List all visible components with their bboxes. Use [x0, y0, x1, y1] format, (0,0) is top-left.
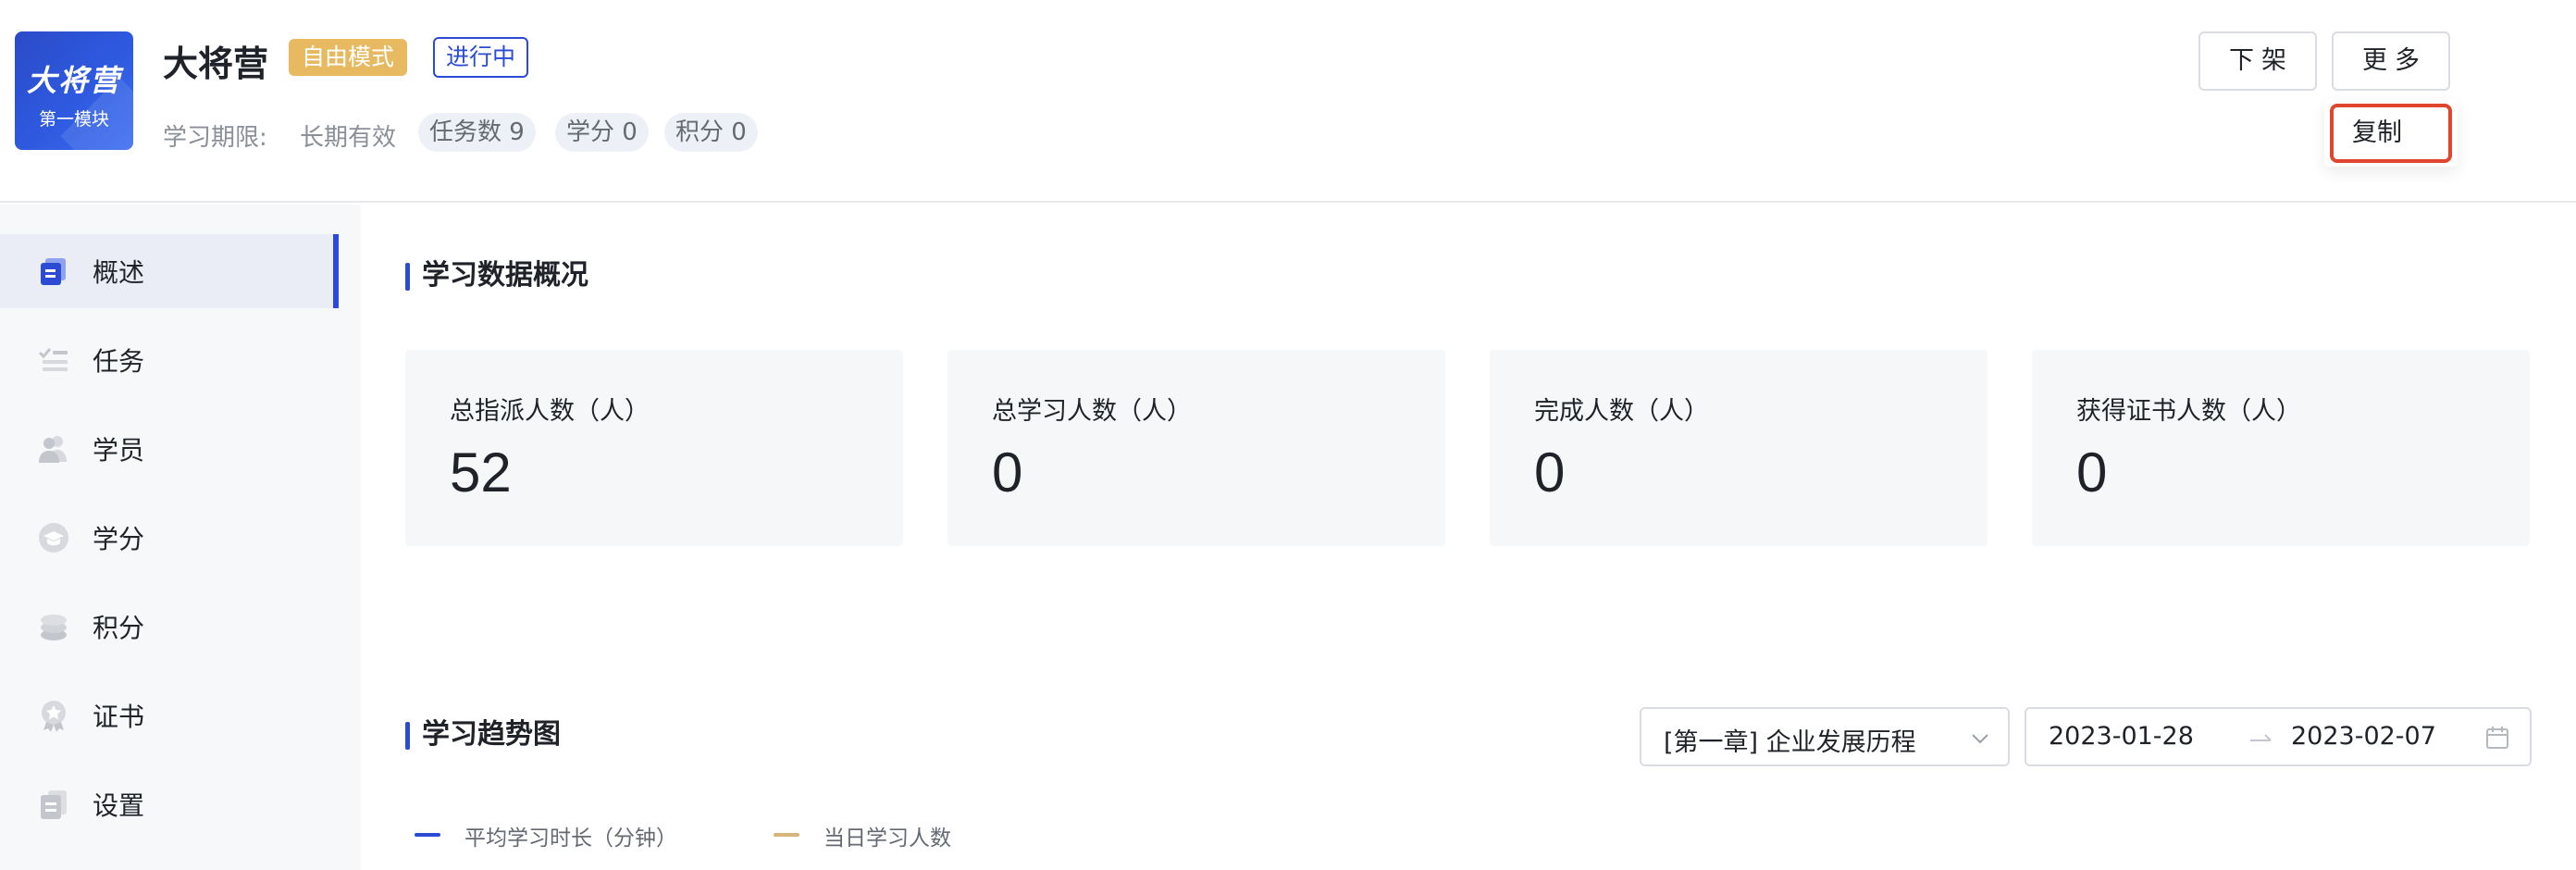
sidebar-item-label: 学分	[93, 524, 145, 554]
settings-doc-icon	[41, 790, 67, 819]
sidebar-item-label: 积分	[93, 613, 145, 643]
overview-section-title: 学习数据概况	[405, 259, 588, 292]
legend-avg-duration: 平均学习时长（分钟）	[415, 820, 711, 851]
stat-label: 完成人数（人）	[1534, 397, 1709, 426]
coins-icon	[41, 615, 67, 640]
certificate-badge-icon	[42, 701, 66, 732]
course-cover-image: 大将营 第一模块	[15, 31, 133, 150]
legend-daily-learners: 当日学习人数	[774, 820, 1014, 851]
course-header: 大将营 第一模块 大将营 自由模式 进行中 学习期限: 长期有效 任务数 9 学…	[0, 0, 2576, 203]
offline-button[interactable]: 下架	[2198, 31, 2317, 91]
stat-value: 52	[450, 441, 512, 503]
overview-icon	[41, 258, 66, 285]
stat-label: 总学习人数（人）	[992, 397, 1192, 426]
trend-section-title: 学习趋势图	[405, 718, 561, 752]
tasks-count-pill: 任务数 9	[418, 113, 536, 152]
chapter-select[interactable]: [第一章] 企业发展历程	[1640, 707, 2010, 766]
sidebar-item-label: 证书	[93, 702, 145, 732]
date-range-picker[interactable]: 2023-01-28 2023-02-07	[2025, 707, 2532, 766]
legend-swatch	[415, 833, 440, 837]
more-dropdown-menu: 复制	[2324, 100, 2458, 167]
more-button[interactable]: 更多	[2332, 31, 2450, 91]
arrow-right-icon	[2250, 734, 2272, 741]
sidebar-item-label: 概述	[93, 257, 145, 288]
date-start-input[interactable]: 2023-01-28	[2049, 722, 2194, 751]
legend-label: 平均学习时长（分钟）	[464, 826, 677, 851]
sidebar-item-points[interactable]: 积分	[0, 590, 339, 664]
graduation-cap-icon	[39, 523, 68, 553]
cover-subtitle: 第一模块	[38, 109, 109, 130]
stat-card-learners: 总学习人数（人） 0	[947, 350, 1445, 546]
stat-card-assigned: 总指派人数（人） 52	[405, 350, 903, 546]
sidebar-item-certificate[interactable]: 证书	[0, 678, 339, 752]
chevron-down-icon	[1972, 734, 1988, 744]
legend-swatch	[774, 833, 799, 837]
stat-value: 0	[2076, 441, 2108, 503]
cover-title: 大将营	[26, 63, 121, 98]
stat-label: 总指派人数（人）	[450, 397, 650, 426]
study-period-label: 学习期限:	[163, 124, 267, 152]
sidebar-item-label: 任务	[93, 346, 145, 377]
sidebar-item-label: 设置	[93, 790, 145, 821]
stat-card-completed: 完成人数（人） 0	[1490, 350, 1988, 546]
stat-value: 0	[1534, 441, 1566, 503]
study-period-value: 长期有效	[300, 124, 397, 152]
sidebar-item-label: 学员	[93, 435, 145, 466]
status-tag: 进行中	[433, 37, 529, 78]
sidebar-item-overview[interactable]: 概述	[0, 234, 339, 308]
stat-value: 0	[992, 441, 1023, 503]
mode-tag: 自由模式	[289, 39, 408, 76]
chapter-select-value: [第一章] 企业发展历程	[1664, 728, 1916, 757]
calendar-icon	[2486, 727, 2508, 749]
users-icon	[39, 436, 67, 463]
sidebar-item-credits[interactable]: 学分	[0, 501, 339, 575]
credit-pill: 学分 0	[555, 113, 649, 152]
course-title: 大将营	[163, 44, 269, 84]
task-list-icon	[38, 348, 68, 371]
sidebar-item-students[interactable]: 学员	[0, 412, 339, 486]
stat-card-certified: 获得证书人数（人） 0	[2032, 350, 2530, 546]
sidebar-nav: 概述 任务 学员 学分 积分 证书 设置	[0, 205, 361, 870]
stat-label: 获得证书人数（人）	[2076, 397, 2301, 426]
copy-menu-item[interactable]: 复制	[2330, 104, 2452, 163]
sidebar-item-settings[interactable]: 设置	[0, 767, 339, 841]
sidebar-item-tasks[interactable]: 任务	[0, 323, 339, 397]
points-pill: 积分 0	[664, 113, 758, 152]
date-end-input[interactable]: 2023-02-07	[2291, 722, 2436, 751]
legend-label: 当日学习人数	[824, 826, 951, 851]
